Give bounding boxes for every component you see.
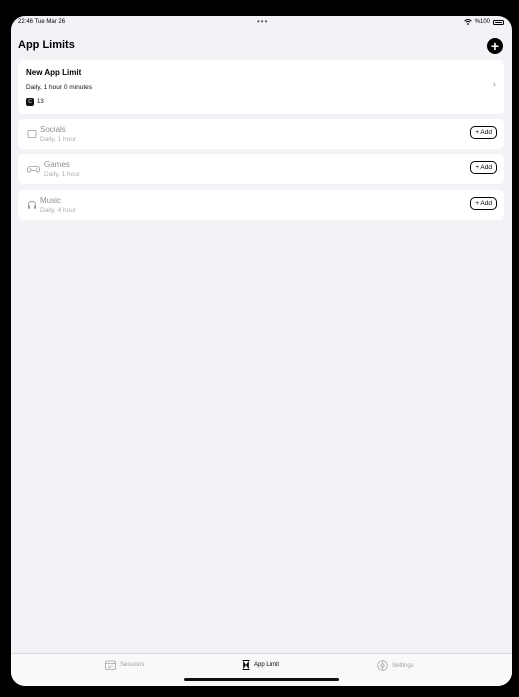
headphones-icon xyxy=(28,200,36,209)
category-schedule: Daily, 1 hour xyxy=(44,171,81,178)
add-limit-button[interactable]: + xyxy=(487,38,503,54)
battery-percent: %100 xyxy=(474,19,490,25)
add-games-button[interactable]: + Add xyxy=(470,161,497,174)
category-name: Socials xyxy=(40,125,66,134)
category-row-games: Games Daily, 1 hour + Add xyxy=(18,154,504,184)
add-socials-button[interactable]: + Add xyxy=(470,126,497,139)
battery-icon xyxy=(493,19,504,25)
add-music-button[interactable]: + Add xyxy=(470,197,497,210)
settings-icon xyxy=(377,660,388,671)
sessions-icon xyxy=(105,660,116,670)
limit-schedule: Daily, 1 hour 0 minutes xyxy=(26,84,92,91)
category-row-socials: Socials Daily, 1 hour + Add xyxy=(18,119,504,149)
chevron-right-icon: › xyxy=(492,79,496,90)
app-count: 13 xyxy=(37,99,44,105)
status-bar: 22:46 Tue Mar 26 ••• %100 xyxy=(11,16,512,30)
tab-app-limit[interactable]: App Limit xyxy=(242,660,279,670)
plus-icon: + xyxy=(490,38,500,54)
app-badge-icon: C xyxy=(26,98,34,106)
category-schedule: Daily, 1 hour xyxy=(40,136,77,143)
category-row-music: Music Daily, 4 hour + Add xyxy=(18,190,504,220)
tab-label: Settings xyxy=(392,662,414,669)
new-app-limit-card[interactable]: New App Limit Daily, 1 hour 0 minutes C … xyxy=(18,60,504,114)
status-time: 22:46 Tue Mar 26 xyxy=(18,19,66,25)
status-indicators: %100 xyxy=(463,19,504,25)
tab-label: App Limit xyxy=(254,662,280,668)
hourglass-icon xyxy=(242,660,250,670)
tab-settings[interactable]: Settings xyxy=(377,660,414,671)
page-title: App Limits xyxy=(18,39,75,51)
limit-title: New App Limit xyxy=(26,68,82,77)
tab-sessions[interactable]: Sessions xyxy=(105,660,144,670)
category-schedule: Daily, 4 hour xyxy=(40,207,77,214)
socials-icon xyxy=(27,130,37,138)
multitasking-dots[interactable]: ••• xyxy=(257,17,268,26)
gamepad-icon xyxy=(27,166,40,173)
app-screen: 22:46 Tue Mar 26 ••• %100 App Limits + N… xyxy=(11,16,512,686)
wifi-icon xyxy=(463,19,472,25)
home-indicator[interactable] xyxy=(184,678,339,681)
category-name: Games xyxy=(44,160,70,169)
tab-bar: Sessions App Limit Settings xyxy=(11,653,512,686)
category-name: Music xyxy=(40,196,61,205)
tab-label: Sessions xyxy=(120,662,145,668)
